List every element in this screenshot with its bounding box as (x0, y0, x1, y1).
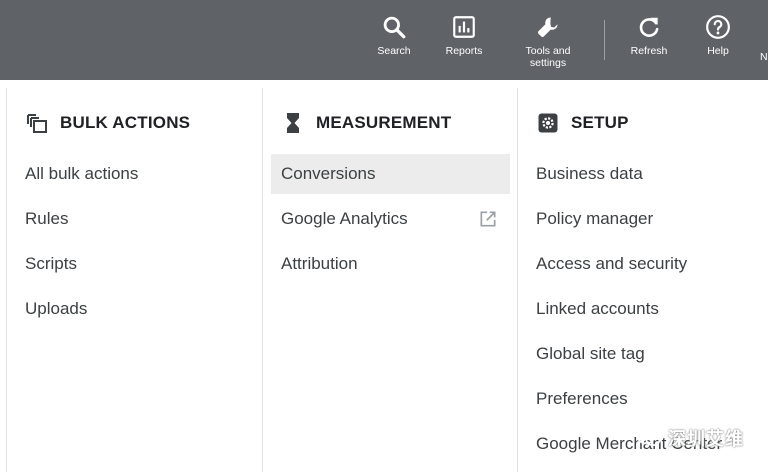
watermark-text: 深圳艾维 (668, 429, 744, 449)
help-button[interactable]: Help (683, 14, 753, 76)
external-link-icon (480, 211, 496, 227)
refresh-button[interactable]: Refresh (614, 14, 684, 76)
gear-icon (538, 113, 558, 133)
measurement-title: MEASUREMENT (316, 113, 452, 132)
refresh-label: Refresh (630, 45, 668, 57)
menu-item-global-site-tag[interactable]: Global site tag (526, 334, 765, 374)
menu-item-google-analytics-label: Google Analytics (281, 209, 408, 228)
search-label: Search (377, 45, 411, 57)
hourglass-icon (287, 113, 299, 133)
search-icon (383, 16, 406, 39)
menu-item-conversions[interactable]: Conversions (271, 154, 510, 194)
measurement-column: MEASUREMENT Conversions Google Analytics… (262, 88, 517, 472)
menu-item-access-and-security[interactable]: Access and security (526, 244, 765, 284)
menu-item-linked-accounts[interactable]: Linked accounts (526, 289, 765, 329)
help-icon (706, 15, 730, 39)
menu-item-conversions-label: Conversions (281, 164, 376, 183)
menu-item-business-data[interactable]: Business data (526, 154, 765, 194)
tools-and-settings-label: Tools and settings (525, 45, 571, 69)
help-label: Help (707, 45, 729, 57)
copy-stack-icon (27, 114, 47, 133)
setup-title: SETUP (571, 113, 629, 132)
setup-heading: SETUP (536, 110, 629, 136)
menu-item-scripts[interactable]: Scripts (15, 244, 254, 284)
reports-icon (453, 16, 475, 38)
tools-and-settings-button[interactable]: Tools and settings (513, 14, 583, 76)
reports-button[interactable]: Reports (429, 14, 499, 76)
menu-item-attribution[interactable]: Attribution (271, 244, 510, 284)
menu-item-uploads[interactable]: Uploads (15, 289, 254, 329)
search-button[interactable]: Search (359, 14, 429, 76)
wechat-logo-icon (637, 429, 661, 447)
measurement-heading: MEASUREMENT (281, 110, 451, 136)
menu-item-rules[interactable]: Rules (15, 199, 254, 239)
menu-item-preferences[interactable]: Preferences (526, 379, 765, 419)
menu-item-policy-manager[interactable]: Policy manager (526, 199, 765, 239)
wrench-icon (538, 17, 558, 37)
refresh-icon (639, 17, 659, 37)
bulk-actions-heading: BULK ACTIONS (25, 110, 190, 136)
menu-item-google-analytics[interactable]: Google Analytics (271, 199, 510, 239)
bulk-actions-title: BULK ACTIONS (60, 113, 191, 132)
watermark: 深圳艾维 (636, 424, 744, 452)
toolbar-divider (604, 20, 605, 60)
setup-column: SETUP Business data Policy manager Acces… (517, 88, 768, 472)
reports-label: Reports (445, 45, 483, 57)
overflow-toolbar-label[interactable]: N (760, 51, 768, 63)
top-toolbar: Search Reports Tools and settings Refres… (0, 0, 768, 80)
menu-item-all-bulk-actions[interactable]: All bulk actions (15, 154, 254, 194)
bulk-actions-column: BULK ACTIONS All bulk actions Rules Scri… (7, 88, 261, 472)
